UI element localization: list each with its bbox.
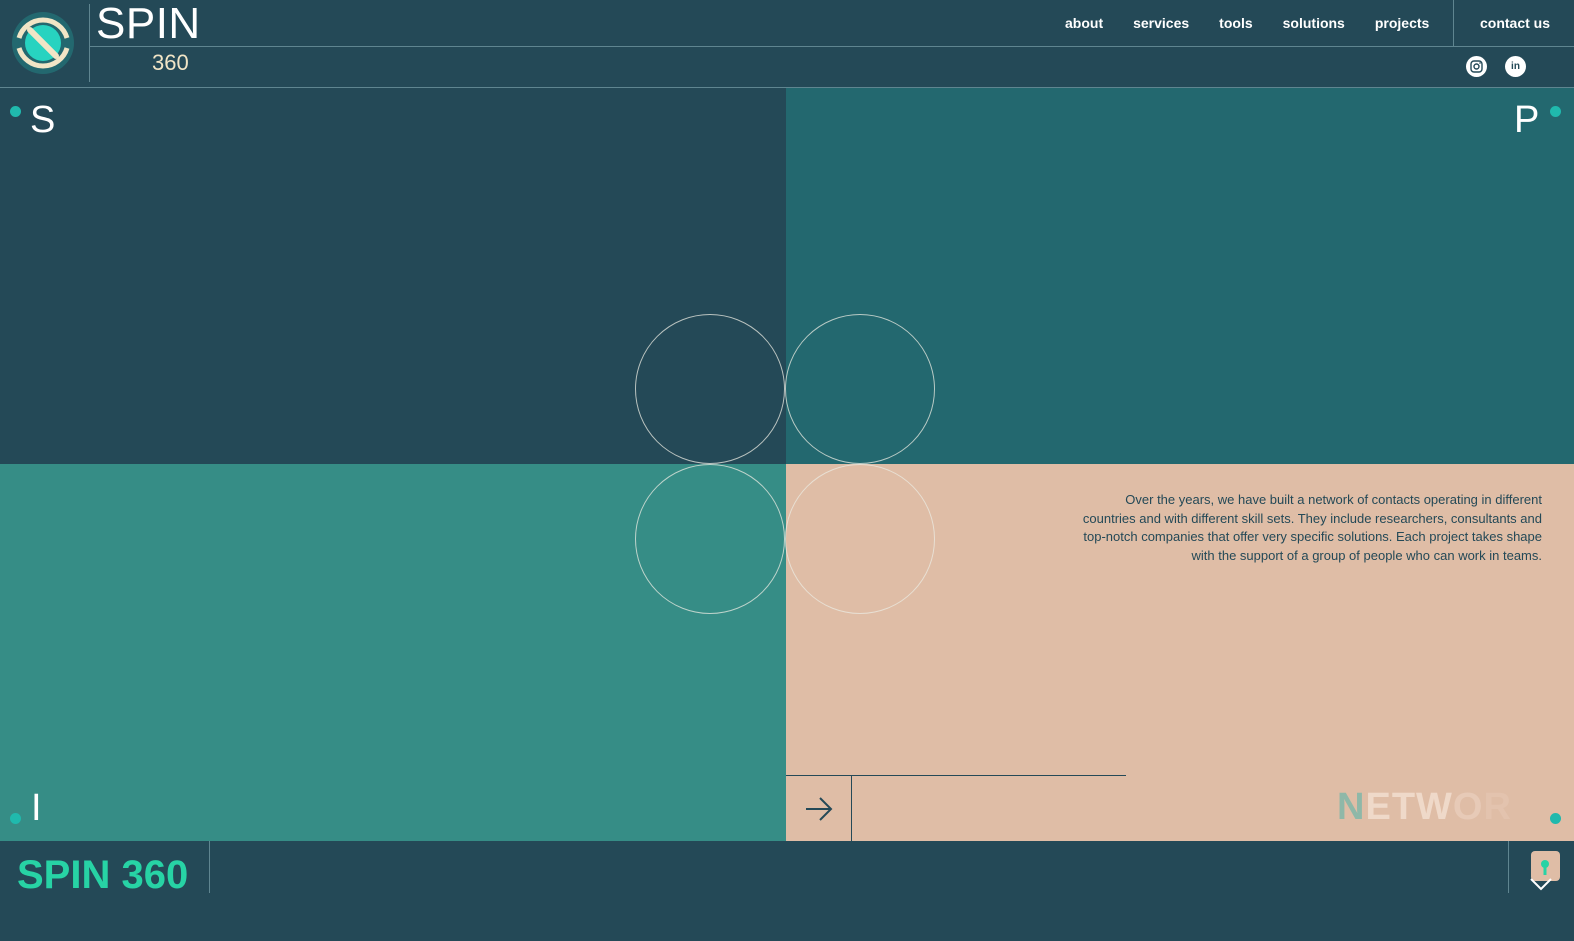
nav-tools[interactable]: tools — [1219, 14, 1252, 34]
site-footer: SPIN 360 — [0, 841, 1574, 941]
circle-outline — [785, 464, 935, 614]
linkedin-icon[interactable]: in — [1505, 56, 1526, 77]
linkedin-glyph: in — [1511, 61, 1520, 72]
logo-icon[interactable] — [10, 10, 76, 76]
nav-about[interactable]: about — [1065, 14, 1103, 34]
dot-marker — [1550, 813, 1561, 824]
letter-p: P — [1514, 99, 1540, 141]
dot-marker — [10, 813, 21, 824]
dot-marker — [1550, 106, 1561, 117]
circle-outline — [785, 314, 935, 464]
network-letter: R — [1483, 786, 1512, 828]
header-divider — [89, 46, 1574, 47]
site-header: SPIN 360 about services tools solutions … — [0, 0, 1574, 88]
logo-number: 360 — [152, 50, 189, 75]
arrow-right-icon — [805, 796, 832, 821]
nav-projects[interactable]: projects — [1375, 14, 1429, 34]
network-description: Over the years, we have built a network … — [1082, 492, 1542, 563]
circle-outline — [635, 314, 785, 464]
contact-divider — [1453, 0, 1454, 46]
letter-s: S — [30, 99, 56, 141]
network-letter: W — [1416, 786, 1453, 828]
scroll-down-icon[interactable] — [1527, 849, 1563, 891]
footer-divider — [1508, 841, 1509, 893]
network-word: NETWOR — [1337, 785, 1512, 829]
instagram-icon[interactable] — [1466, 56, 1487, 77]
circle-outline — [635, 464, 785, 614]
contact-link[interactable]: contact us — [1480, 14, 1550, 32]
dot-marker — [10, 106, 21, 117]
nav-solutions[interactable]: solutions — [1283, 14, 1345, 34]
next-arrow-button[interactable] — [786, 776, 851, 841]
letter-i: I — [31, 787, 42, 829]
main-nav: about services tools solutions projects — [1050, 14, 1444, 34]
network-letter: T — [1391, 786, 1417, 828]
network-letter: N — [1337, 786, 1366, 828]
logo-divider — [89, 4, 90, 82]
arrow-divider — [851, 775, 852, 841]
logo-wordmark[interactable]: SPIN — [96, 0, 201, 48]
footer-title: SPIN 360 — [17, 853, 189, 897]
network-letter: O — [1452, 786, 1484, 828]
footer-divider — [209, 841, 210, 893]
network-letter: E — [1365, 786, 1392, 828]
nav-services[interactable]: services — [1133, 14, 1189, 34]
